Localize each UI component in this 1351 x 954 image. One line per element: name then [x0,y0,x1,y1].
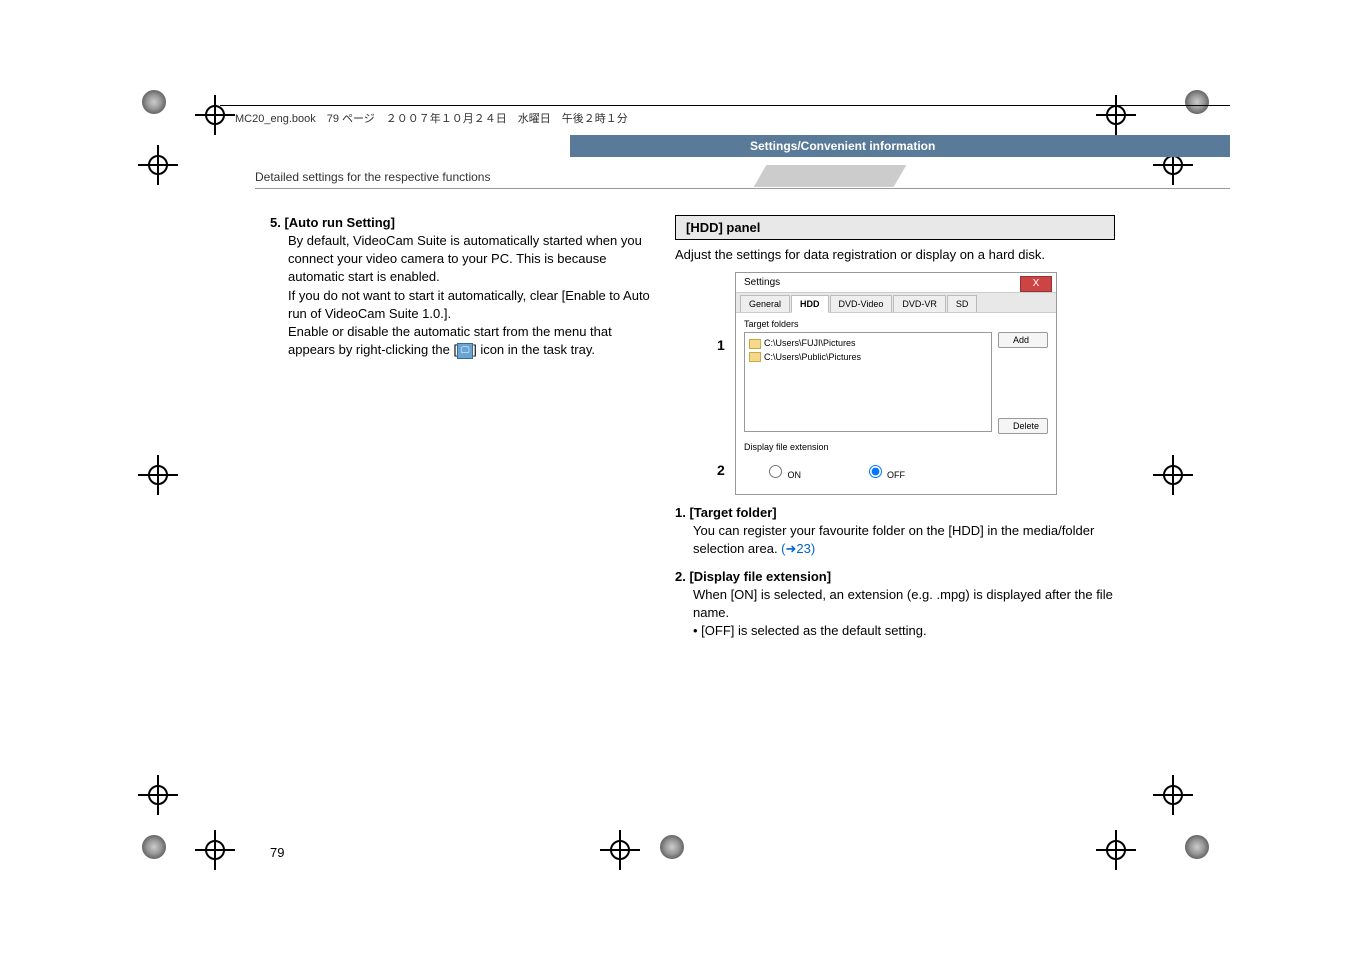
folder-icon [749,352,761,362]
hdd-panel-title: [HDD] panel [675,215,1115,240]
folder-icon [749,339,761,349]
section-bar: Settings/Convenient information [570,135,1230,157]
callout-1: 1 [717,337,725,353]
subheader: Detailed settings for the respective fun… [255,170,490,184]
add-button[interactable]: Add [998,332,1048,348]
section-title: Settings/Convenient information [750,139,935,153]
target-folders-label: Target folders [744,319,1048,329]
tab-dvd-vr[interactable]: DVD-VR [893,295,946,312]
item5-p3: Enable or disable the automatic start fr… [288,323,660,359]
subheader-accent [754,165,907,187]
item5-p2: If you do not want to start it automatic… [288,287,660,323]
item1-body: You can register your favourite folder o… [693,522,1115,558]
tabs: General HDD DVD-Video DVD-VR SD [736,293,1056,313]
radio-off[interactable]: OFF [864,470,906,480]
callout-2: 2 [717,462,725,478]
header-rule [220,105,1230,106]
delete-button[interactable]: Delete [998,418,1048,434]
item2-body-a: When [ON] is selected, an extension (e.g… [693,586,1115,622]
tab-general[interactable]: General [740,295,790,312]
item5-p1: By default, VideoCam Suite is automatica… [288,232,660,287]
item2-body-b: • [OFF] is selected as the default setti… [693,622,1115,640]
item1-heading: 1. [Target folder] [675,505,1115,520]
window-title: Settings [744,277,780,288]
screenshot-settings-window: Settings X General HDD DVD-Video DVD-VR … [735,272,1057,495]
item2-heading: 2. [Display file extension] [675,569,1115,584]
tab-hdd[interactable]: HDD [791,295,829,313]
item5-heading: 5. [Auto run Setting] [270,215,660,230]
hdd-panel-desc: Adjust the settings for data registratio… [675,246,1115,264]
radio-on[interactable]: ON [764,470,801,480]
tray-icon: 🖵 [457,343,473,359]
close-button[interactable]: X [1020,276,1052,292]
page-number: 79 [270,845,284,860]
file-header: MC20_eng.book 79 ページ ２００７年１０月２４日 水曜日 午後２… [235,110,628,126]
link-p23[interactable]: (➜23) [781,541,815,556]
folder-item[interactable]: C:\Users\FUJI\Pictures [749,337,987,351]
subheader-rule [255,188,1230,189]
tab-dvd-video[interactable]: DVD-Video [830,295,893,312]
folder-item[interactable]: C:\Users\Public\Pictures [749,351,987,365]
tab-sd[interactable]: SD [947,295,978,312]
display-ext-label: Display file extension [744,442,1048,452]
folder-list[interactable]: C:\Users\FUJI\Pictures C:\Users\Public\P… [744,332,992,432]
